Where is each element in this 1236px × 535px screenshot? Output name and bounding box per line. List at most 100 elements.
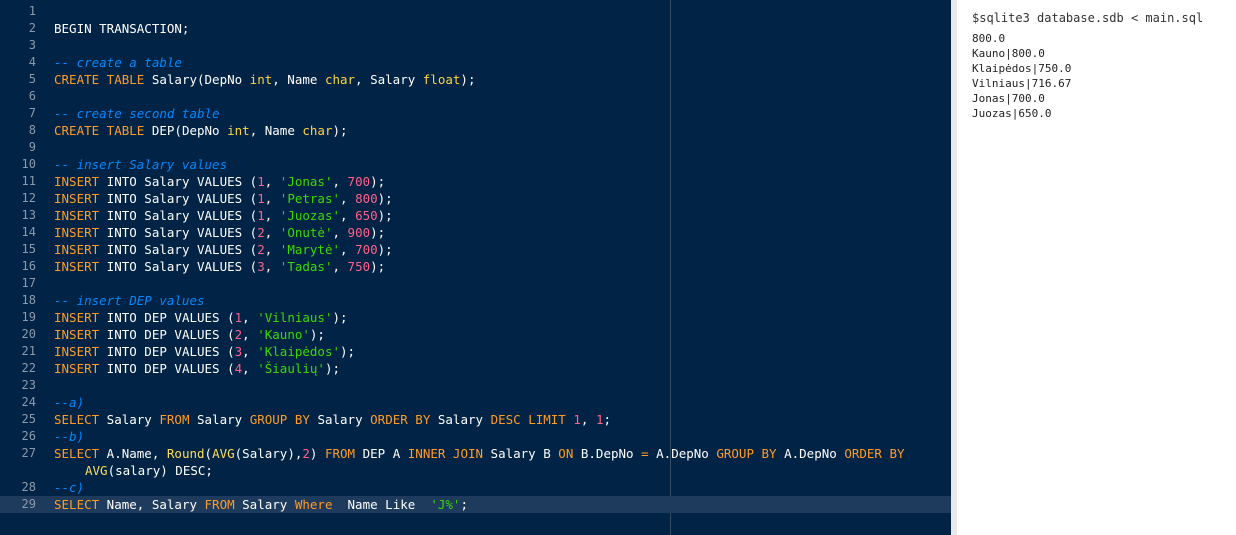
code-token: 'Petras' — [279, 191, 341, 206]
code-line[interactable]: 10 -- insert Salary values — [0, 156, 951, 173]
line-number: 27 — [21, 446, 36, 460]
code-text: INSERT INTO DEP VALUES (1, 'Vilniaus'); — [54, 309, 348, 326]
code-token: INTO DEP VALUES ( — [99, 327, 235, 342]
code-line[interactable]: 29 SELECT Name, Salary FROM Salary Where … — [0, 496, 951, 513]
run-command: $sqlite3 database.sdb < main.sql — [972, 11, 1204, 25]
code-token: B.DepNo — [573, 446, 642, 461]
code-token: ); — [370, 225, 386, 240]
code-line[interactable]: AVG(salary) DESC; — [0, 462, 951, 479]
code-line[interactable]: 3 — [0, 37, 951, 54]
code-line[interactable]: 25 SELECT Salary FROM Salary GROUP BY Sal… — [0, 411, 951, 428]
code-token: FROM — [159, 412, 190, 427]
code-line[interactable]: 22 INSERT INTO DEP VALUES (4, 'Šiaulių'); — [0, 360, 951, 377]
code-token: GROUP BY — [249, 412, 310, 427]
code-token: --c) — [54, 480, 85, 495]
code-token: 'Vilniaus' — [257, 310, 333, 325]
line-number: 26 — [21, 429, 36, 443]
code-token: 'Juozas' — [279, 208, 341, 223]
code-token: ); — [324, 361, 341, 376]
code-line[interactable]: 16 INSERT INTO Salary VALUES (3, 'Tadas',… — [0, 258, 951, 275]
code-text: INSERT INTO Salary VALUES (1, 'Juozas', … — [54, 207, 393, 224]
code-token: , — [242, 344, 258, 359]
code-token: A.DepNo — [776, 446, 845, 461]
code-token: Salary(DepNo — [144, 72, 250, 87]
code-line[interactable]: 20 INSERT INTO DEP VALUES (2, 'Kauno'); — [0, 326, 951, 343]
code-token: ); — [370, 259, 386, 274]
code-token: AVG — [85, 463, 108, 478]
code-line[interactable]: 4 -- create a table — [0, 54, 951, 71]
code-line[interactable]: 1 — [0, 3, 951, 20]
code-token: ); — [332, 123, 348, 138]
code-token: 'J%' — [430, 497, 461, 512]
code-line[interactable]: 8 CREATE TABLE DEP(DepNo int, Name char); — [0, 122, 951, 139]
code-token: INSERT — [54, 259, 100, 274]
code-line[interactable]: 11 INSERT INTO Salary VALUES (1, 'Jonas',… — [0, 173, 951, 190]
line-number: 21 — [21, 344, 36, 358]
code-token: 1 — [257, 208, 265, 223]
code-token: INTO Salary VALUES ( — [99, 259, 258, 274]
code-token: float — [422, 72, 461, 87]
line-number: 24 — [21, 395, 36, 409]
code-token: CREATE TABLE — [54, 72, 145, 87]
code-line[interactable]: 21 INSERT INTO DEP VALUES (3, 'Klaipėdos'… — [0, 343, 951, 360]
line-number: 12 — [21, 191, 36, 205]
code-token: 'Tadas' — [279, 259, 333, 274]
code-token: -- create a table — [54, 55, 182, 70]
code-token: DESC LIMIT — [490, 412, 566, 427]
code-line[interactable]: 6 — [0, 88, 951, 105]
line-number: 25 — [21, 412, 36, 426]
code-token: , — [580, 412, 596, 427]
code-token: 1 — [257, 191, 265, 206]
code-token: INSERT — [54, 174, 100, 189]
code-token: SELECT — [54, 497, 100, 512]
code-line[interactable]: 18 -- insert DEP values — [0, 292, 951, 309]
output-line: Klaipėdos|750.0 — [972, 62, 1072, 75]
code-text: -- create a table — [54, 54, 182, 71]
code-token: 1 — [573, 412, 581, 427]
code-text: SELECT Name, Salary FROM Salary Where Na… — [54, 496, 468, 513]
line-number: 1 — [28, 4, 36, 18]
code-line[interactable]: 28 --c) — [0, 479, 951, 496]
output-line: 800.0 — [972, 32, 1006, 45]
code-token: , — [340, 208, 356, 223]
code-token: ; — [603, 412, 612, 427]
code-token: --a) — [54, 395, 85, 410]
code-token: , — [242, 327, 258, 342]
code-line[interactable]: 13 INSERT INTO Salary VALUES (1, 'Juozas'… — [0, 207, 951, 224]
code-token: int — [249, 72, 273, 87]
code-line[interactable]: 5 CREATE TABLE Salary(DepNo int, Name cha… — [0, 71, 951, 88]
code-line[interactable]: 17 — [0, 275, 951, 292]
code-line[interactable]: 15 INSERT INTO Salary VALUES (2, 'Marytė'… — [0, 241, 951, 258]
code-token: --b) — [54, 429, 85, 444]
output-line: Kauno|800.0 — [972, 47, 1045, 60]
output-line: Vilniaus|716.67 — [972, 77, 1072, 90]
code-text: AVG(salary) DESC; — [85, 462, 213, 479]
code-line[interactable]: 9 — [0, 139, 951, 156]
line-number: 22 — [21, 361, 36, 375]
code-line[interactable]: 23 — [0, 377, 951, 394]
code-line[interactable]: 19 INSERT INTO DEP VALUES (1, 'Vilniaus')… — [0, 309, 951, 326]
line-number: 7 — [28, 106, 36, 120]
code-token: 3 — [257, 259, 265, 274]
code-line[interactable]: 7 -- create second table — [0, 105, 951, 122]
code-editor[interactable]: 1 2 BEGIN TRANSACTION; 3 4 -- create a table 5… — [0, 0, 951, 535]
line-number: 5 — [28, 72, 36, 86]
code-token: , — [340, 242, 356, 257]
code-text: INSERT INTO DEP VALUES (4, 'Šiaulių'); — [54, 360, 340, 377]
code-line[interactable]: 12 INSERT INTO Salary VALUES (1, 'Petras'… — [0, 190, 951, 207]
code-token: -- create second table — [54, 106, 220, 121]
code-token: GROUP BY — [716, 446, 777, 461]
code-token: INSERT — [54, 310, 100, 325]
code-line[interactable]: 27 SELECT A.Name, Round(AVG(Salary),2) FR… — [0, 445, 951, 462]
line-number: 29 — [21, 497, 36, 511]
code-token: INTO Salary VALUES ( — [99, 191, 258, 206]
code-line[interactable]: 2 BEGIN TRANSACTION; — [0, 20, 951, 37]
code-token: ); — [377, 191, 393, 206]
code-token: (salary) DESC; — [107, 463, 213, 478]
code-line[interactable]: 26 --b) — [0, 428, 951, 445]
code-line[interactable]: 24 --a) — [0, 394, 951, 411]
code-token: 800 — [355, 191, 378, 206]
code-token: , — [264, 259, 280, 274]
code-token: -- insert DEP values — [54, 293, 205, 308]
code-line[interactable]: 14 INSERT INTO Salary VALUES (2, 'Onutė',… — [0, 224, 951, 241]
